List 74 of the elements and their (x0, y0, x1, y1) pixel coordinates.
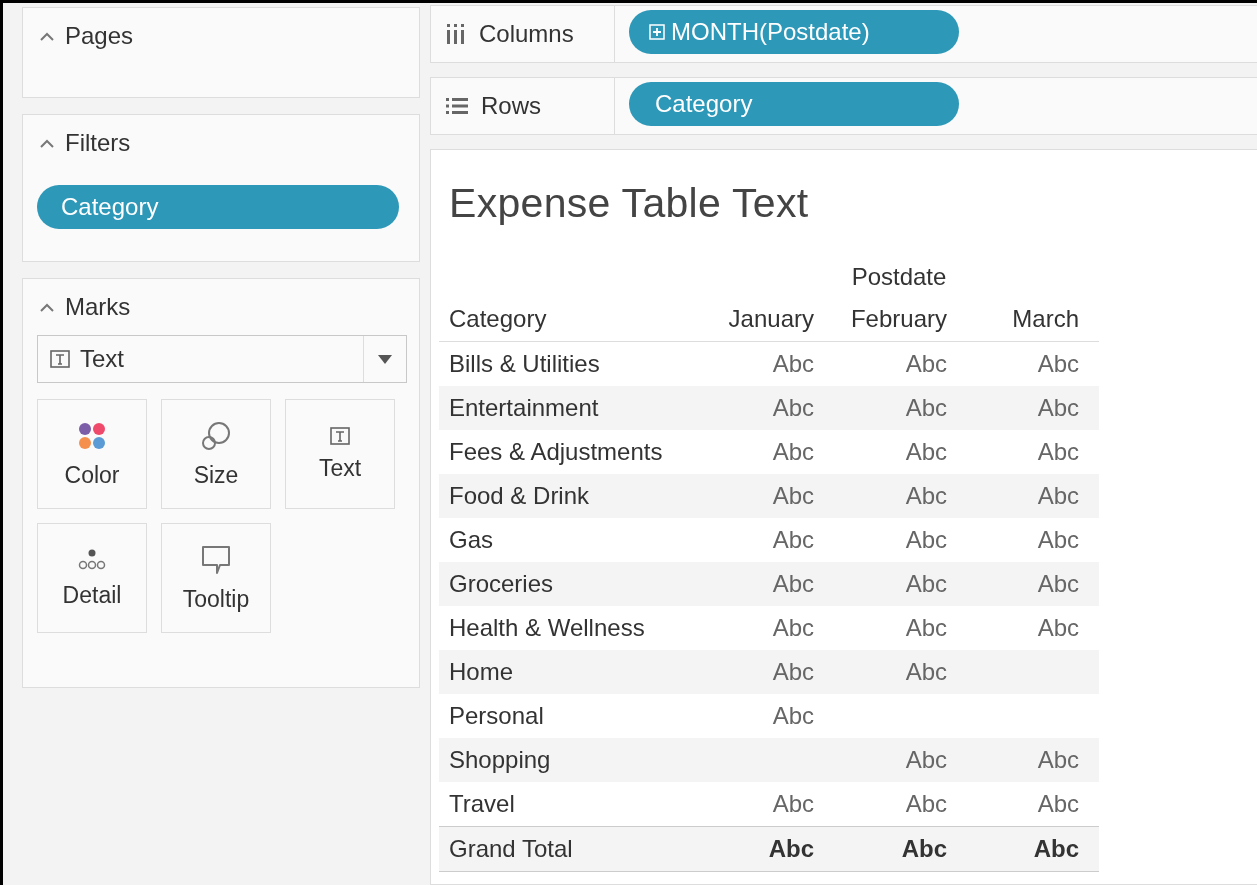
table-cell-text: Abc (771, 526, 815, 554)
table-cell-text: Abc (767, 835, 815, 863)
collapse-caret-icon[interactable] (39, 138, 55, 148)
dropdown-arrow-icon (378, 354, 392, 364)
table-cell-text: Abc (1032, 835, 1080, 863)
columns-icon (445, 23, 467, 45)
row-label: Shopping (448, 746, 552, 774)
table-cell-text: Abc (1036, 394, 1080, 422)
table-cell-text: Abc (771, 394, 815, 422)
table-cell-text: Abc (1036, 746, 1080, 774)
row-label: Personal (448, 702, 545, 730)
shelf-label: Rows (481, 92, 541, 120)
row-header: Category (448, 305, 548, 333)
table-cell-text: Abc (771, 658, 815, 686)
row-label: Home (448, 658, 515, 686)
shelf-label: Columns (479, 20, 574, 48)
table-cell-text: Abc (1036, 438, 1080, 466)
table-cell-text: Abc (1036, 482, 1080, 510)
table-cell-text: Abc (900, 835, 948, 863)
card-title: Pages (65, 22, 134, 50)
table-cell-text: Abc (771, 570, 815, 598)
text-icon (50, 350, 70, 368)
table-cell-text: Abc (904, 790, 948, 818)
mark-card-button[interactable]: Tooltip (161, 523, 271, 633)
table-cell-text: Abc (904, 482, 948, 510)
table-cell-text: Abc (904, 526, 948, 554)
table-cell-text: Abc (904, 438, 948, 466)
table-cell-text: Abc (1036, 570, 1080, 598)
column-group-header: Postdate (851, 263, 947, 290)
column-header: March (1011, 305, 1080, 333)
row-label: Groceries (448, 570, 555, 598)
table-cell-text: Abc (904, 614, 948, 642)
row-label: Food & Drink (448, 482, 591, 510)
text-icon (330, 426, 350, 445)
speech-bubble-icon (200, 543, 232, 576)
view-title: Expense Table Text (449, 180, 810, 227)
rows-icon (445, 96, 469, 116)
table-cell-text: Abc (771, 482, 815, 510)
collapse-caret-icon[interactable] (39, 302, 55, 312)
table-cell-text: Abc (1036, 790, 1080, 818)
mark-card-button[interactable]: Detail (37, 523, 147, 633)
detail-dots-icon (77, 547, 107, 572)
expand-icon[interactable] (649, 24, 665, 40)
table-cell-text: Abc (771, 438, 815, 466)
row-label: Bills & Utilities (448, 350, 601, 378)
table-cell-text: Abc (771, 350, 815, 378)
size-circles-icon (200, 419, 232, 452)
table-cell-text: Abc (904, 350, 948, 378)
table-cell-text: Abc (771, 702, 815, 730)
card-title: Marks (65, 293, 131, 321)
card-title: Filters (65, 129, 131, 157)
mark-card-button[interactable]: Size (161, 399, 271, 509)
table-cell-text: Abc (904, 746, 948, 774)
table-cell-text: Abc (771, 790, 815, 818)
column-header: February (849, 305, 948, 333)
dropdown-value: Text (80, 345, 124, 373)
row-label: Health & Wellness (448, 614, 646, 642)
table-cell-text: Abc (1036, 526, 1080, 554)
table-cell-text: Abc (771, 614, 815, 642)
table-cell-text: Abc (904, 658, 948, 686)
row-label: Fees & Adjustments (448, 438, 664, 466)
table-cell-text: Abc (1036, 350, 1080, 378)
mark-card-button[interactable]: Text (285, 399, 395, 509)
row-label: Gas (448, 526, 494, 554)
collapse-caret-icon[interactable] (39, 31, 55, 41)
table-cell-text: Abc (904, 394, 948, 422)
row-label: Travel (448, 790, 516, 818)
table-cell-text: Abc (904, 570, 948, 598)
mark-type-dropdown[interactable]: Text (37, 335, 407, 383)
column-header: January (727, 305, 815, 333)
table-cell-text: Abc (1036, 614, 1080, 642)
mark-card-button[interactable]: Color (37, 399, 147, 509)
total-label: Grand Total (448, 835, 574, 863)
row-label: Entertainment (448, 394, 600, 422)
